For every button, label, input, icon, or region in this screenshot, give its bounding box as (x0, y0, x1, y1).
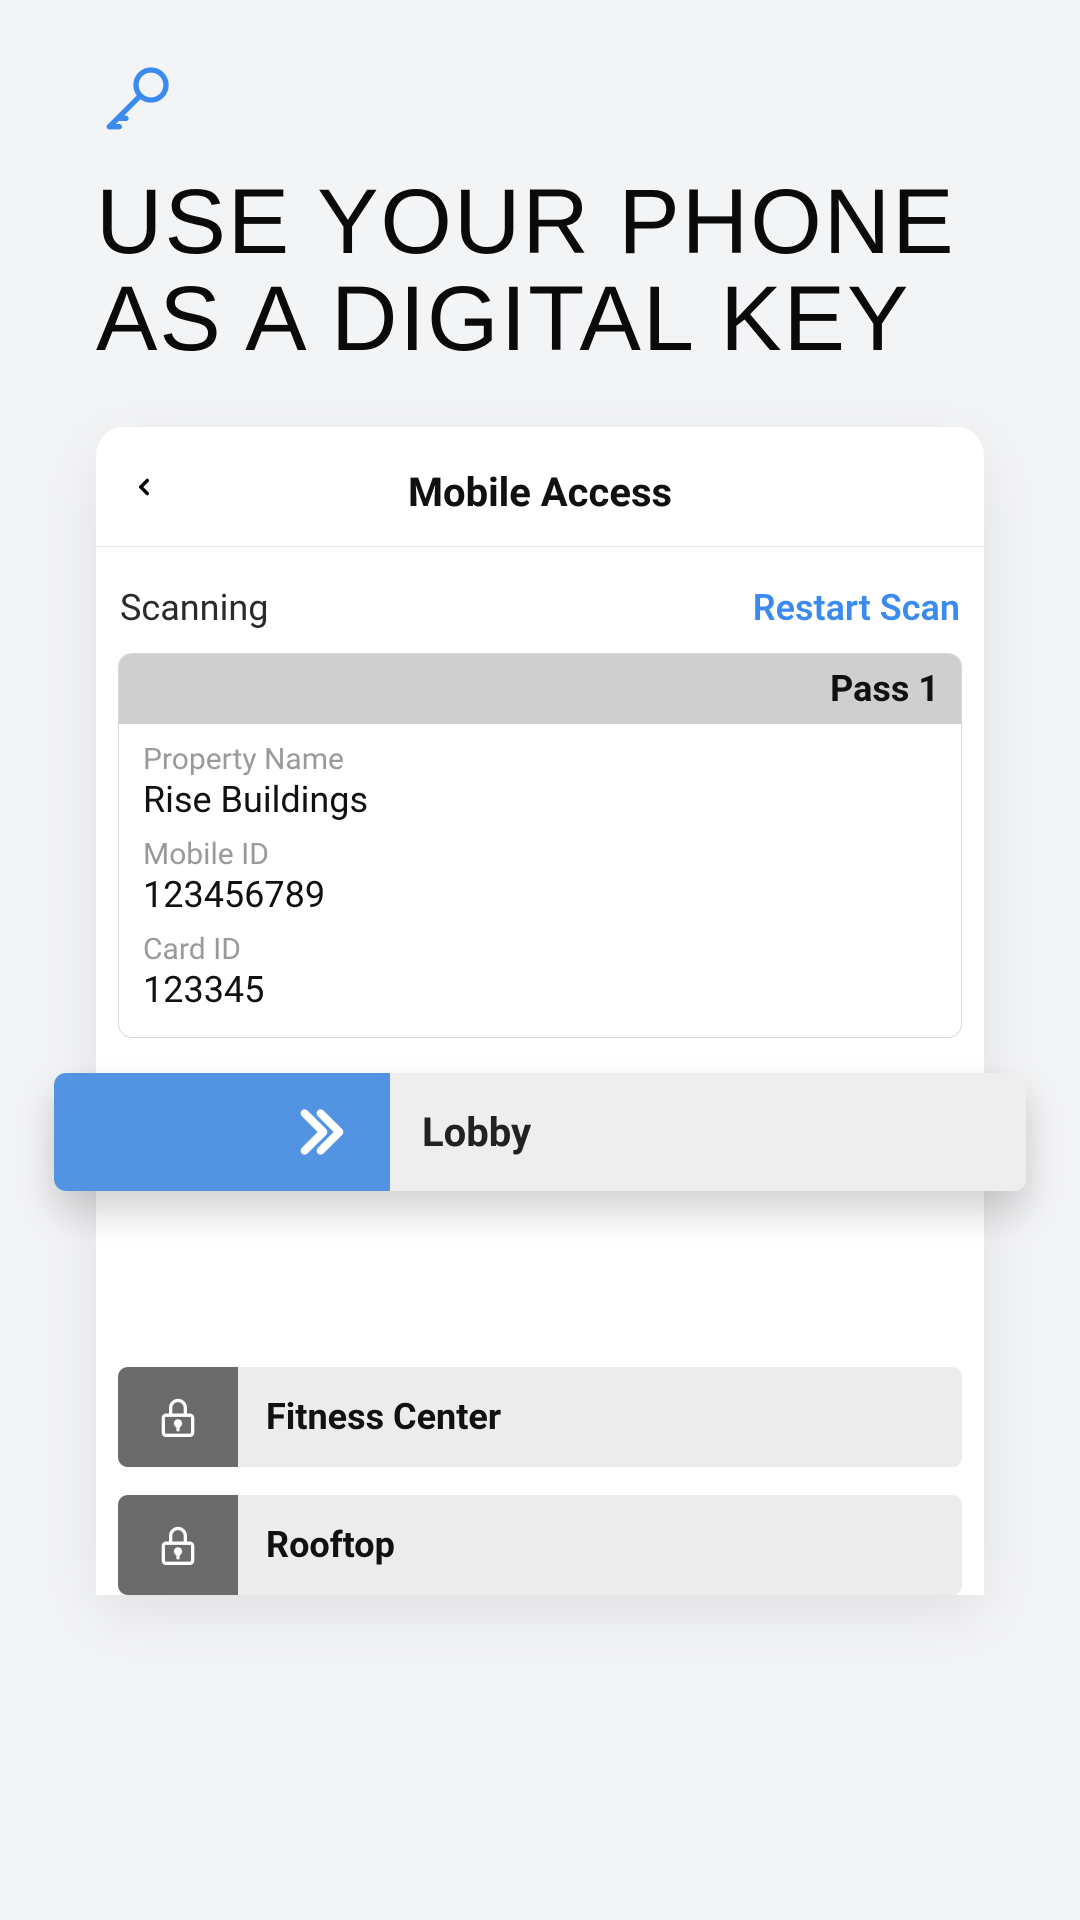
door-label: Rooftop (238, 1495, 395, 1595)
back-button[interactable] (124, 467, 164, 507)
chevron-left-icon (131, 467, 157, 507)
door-row-fitness-center[interactable]: Fitness Center (118, 1367, 962, 1467)
chevrons-right-icon (286, 1100, 350, 1164)
slide-track: Lobby (390, 1073, 1026, 1191)
pass-card: Pass 1 Property Name Rise Buildings Mobi… (118, 653, 962, 1038)
door-list: Fitness Center Rooftop (118, 1367, 962, 1595)
door-label: Lobby (422, 1109, 531, 1156)
slide-handle[interactable] (54, 1073, 390, 1191)
field-label: Card ID (143, 932, 937, 967)
restart-scan-link[interactable]: Restart Scan (753, 587, 960, 629)
device-preview-card: Mobile Access Scanning Restart Scan Pass… (96, 427, 984, 1595)
pass-field-mobile-id: Mobile ID 123456789 (143, 837, 937, 916)
field-value: Rise Buildings (143, 779, 937, 821)
nav-title: Mobile Access (408, 469, 672, 516)
nav-bar: Mobile Access (96, 427, 984, 547)
key-icon (96, 60, 984, 144)
door-row-rooftop[interactable]: Rooftop (118, 1495, 962, 1595)
scan-status-label: Scanning (120, 587, 268, 629)
pass-field-property: Property Name Rise Buildings (143, 742, 937, 821)
field-value: 123456789 (143, 874, 937, 916)
slide-to-unlock-lobby[interactable]: Lobby (54, 1073, 1026, 1191)
door-label: Fitness Center (238, 1367, 501, 1467)
field-value: 123345 (143, 969, 937, 1011)
pass-badge: Pass 1 (119, 654, 961, 724)
lock-icon (118, 1495, 238, 1595)
field-label: Property Name (143, 742, 937, 777)
field-label: Mobile ID (143, 837, 937, 872)
pass-field-card-id: Card ID 123345 (143, 932, 937, 1011)
lock-icon (118, 1367, 238, 1467)
page-headline: USE YOUR PHONE AS A DIGITAL KEY (96, 174, 984, 367)
